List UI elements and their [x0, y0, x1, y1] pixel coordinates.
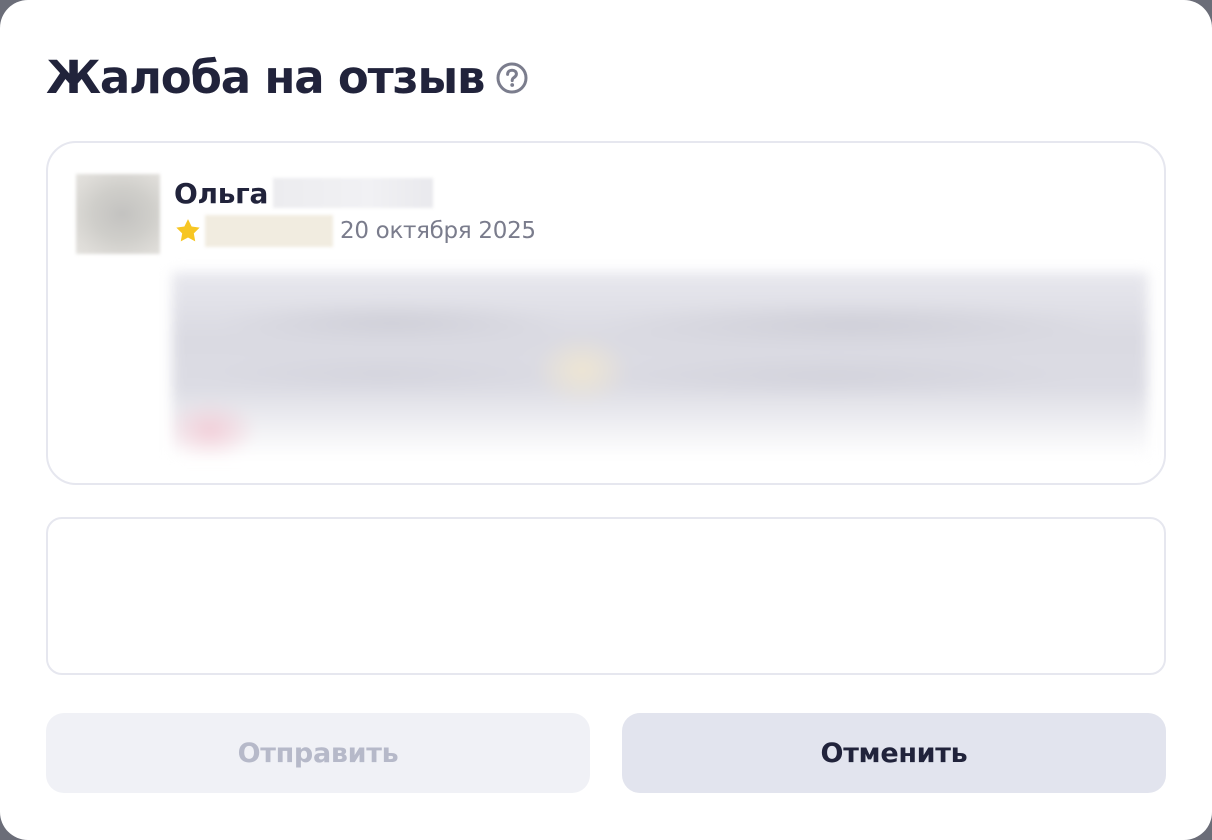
avatar — [76, 174, 160, 254]
review-meta: 20 октября 2025 — [174, 213, 536, 249]
send-button[interactable]: Отправить — [46, 713, 590, 793]
rating-redacted — [205, 215, 333, 247]
cancel-button[interactable]: Отменить — [622, 713, 1166, 793]
review-date: 20 октября 2025 — [340, 218, 536, 244]
question-circle-icon[interactable] — [495, 61, 529, 95]
review-card: Ольга 20 октября 2025 — [46, 141, 1166, 485]
review-text-redacted — [172, 272, 1148, 458]
author-name: Ольга — [174, 176, 269, 210]
complaint-dialog: Жалоба на отзыв Ольга 20 октября 2025 От… — [0, 0, 1212, 840]
complaint-text-input[interactable] — [46, 517, 1166, 675]
dialog-title: Жалоба на отзыв — [46, 51, 485, 104]
dialog-header: Жалоба на отзыв — [46, 46, 529, 110]
author-surname-redacted — [273, 178, 434, 208]
cancel-button-label: Отменить — [820, 737, 968, 769]
star-icon — [174, 217, 202, 245]
send-button-label: Отправить — [237, 737, 399, 769]
review-author: Ольга — [174, 175, 434, 211]
